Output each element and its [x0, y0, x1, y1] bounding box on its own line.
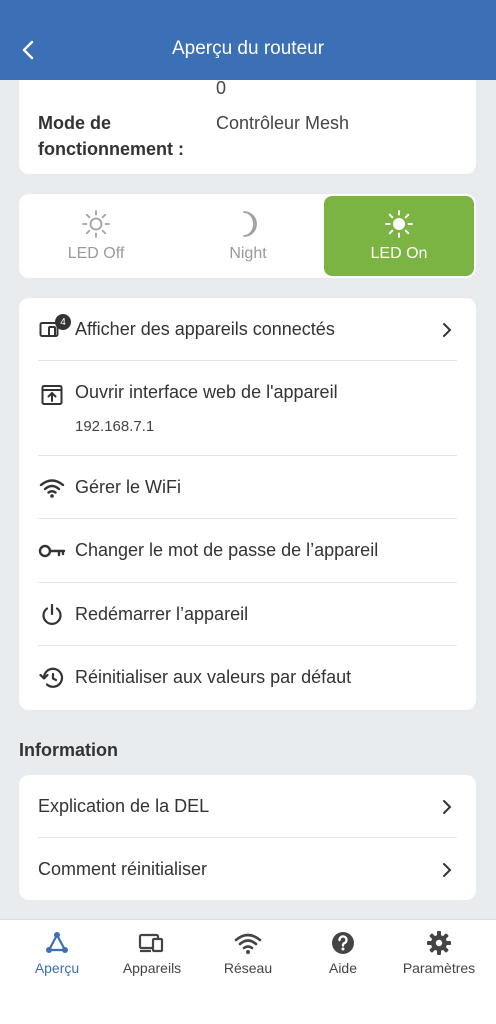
- factory-reset-row[interactable]: Réinitialiser aux valeurs par défaut: [38, 646, 457, 710]
- night-label: Night: [229, 245, 267, 262]
- mesh-icon: [46, 932, 68, 953]
- actions-card: 4 Afficher des appareils connectés Ouvri…: [19, 298, 476, 710]
- restore-icon: [38, 664, 66, 692]
- information-heading: Information: [19, 740, 118, 760]
- wifi-icon: [234, 933, 262, 954]
- chevron-right-icon: [437, 860, 457, 880]
- led-mode-selector: LED Off Night LED On: [19, 194, 476, 278]
- key-icon: [38, 537, 66, 565]
- led-on-label: LED On: [370, 245, 428, 262]
- nav-aide-label: Aide: [328, 960, 358, 976]
- reboot-row[interactable]: Redémarrer l’appareil: [38, 583, 457, 646]
- information-card: Explication de la DEL Comment réinitiali…: [19, 775, 476, 900]
- sun-outline-icon: [82, 210, 110, 238]
- led-explanation-label: Explication de la DEL: [38, 796, 210, 816]
- device-ip-address: 192.168.7.1: [75, 418, 155, 435]
- connected-devices-row[interactable]: 4 Afficher des appareils connectés: [38, 298, 457, 361]
- night-button[interactable]: Night: [173, 196, 323, 276]
- mode-value: Contrôleur Mesh: [216, 113, 350, 133]
- manage-wifi-label: Gérer le WiFi: [75, 477, 182, 497]
- how-to-reset-label: Comment réinitialiser: [38, 859, 208, 879]
- chevron-right-icon: [437, 320, 457, 340]
- nav-reseau[interactable]: Réseau: [203, 930, 293, 976]
- nav-aide[interactable]: Aide: [298, 930, 388, 976]
- page-title: Aperçu du routeur: [171, 38, 325, 59]
- led-on-button[interactable]: LED On: [324, 196, 474, 276]
- bottom-navigation: Aperçu Appareils Réseau Aide Paramètres: [0, 919, 496, 1024]
- mode-label: Mode de fonctionnement :: [38, 113, 184, 159]
- moon-icon: [243, 211, 257, 237]
- sun-icon: [385, 210, 413, 238]
- led-off-label: LED Off: [67, 245, 125, 262]
- nav-reseau-label: Réseau: [223, 960, 273, 976]
- web-interface-row[interactable]: Ouvrir interface web de l'appareil 192.1…: [38, 361, 457, 456]
- led-off-button[interactable]: LED Off: [21, 196, 171, 276]
- change-password-label: Changer le mot de passe de l’appareil: [75, 540, 379, 560]
- nav-appareils-label: Appareils: [122, 960, 182, 976]
- manage-wifi-row[interactable]: Gérer le WiFi: [38, 456, 457, 519]
- top-bar: Aperçu du routeur: [0, 0, 496, 80]
- gear-icon: [427, 931, 451, 955]
- nav-apercu[interactable]: Aperçu: [12, 930, 102, 976]
- change-password-row[interactable]: Changer le mot de passe de l’appareil: [38, 519, 457, 583]
- connected-devices-label: Afficher des appareils connectés: [75, 319, 335, 339]
- chevron-right-icon: [437, 797, 457, 817]
- previous-value: 0: [216, 78, 227, 98]
- how-to-reset-row[interactable]: Comment réinitialiser: [38, 838, 457, 900]
- reboot-label: Redémarrer l’appareil: [75, 604, 249, 624]
- wifi-icon: [38, 474, 66, 502]
- help-icon: [332, 932, 354, 954]
- nav-apercu-label: Aperçu: [34, 960, 80, 976]
- led-explanation-row[interactable]: Explication de la DEL: [38, 775, 457, 838]
- devices-badge-icon: 4: [38, 314, 71, 344]
- device-info-card: 0 Mode de fonctionnement : Contrôleur Me…: [19, 78, 476, 174]
- power-icon: [38, 601, 66, 629]
- nav-appareils[interactable]: Appareils: [107, 930, 197, 976]
- devices-icon: [138, 933, 164, 953]
- nav-parametres-label: Paramètres: [402, 960, 476, 976]
- nav-parametres[interactable]: Paramètres: [394, 930, 484, 976]
- web-interface-label: Ouvrir interface web de l'appareil: [75, 382, 338, 402]
- factory-reset-label: Réinitialiser aux valeurs par défaut: [75, 667, 352, 687]
- device-count-badge: 4: [55, 314, 71, 330]
- open-external-icon: [38, 381, 66, 409]
